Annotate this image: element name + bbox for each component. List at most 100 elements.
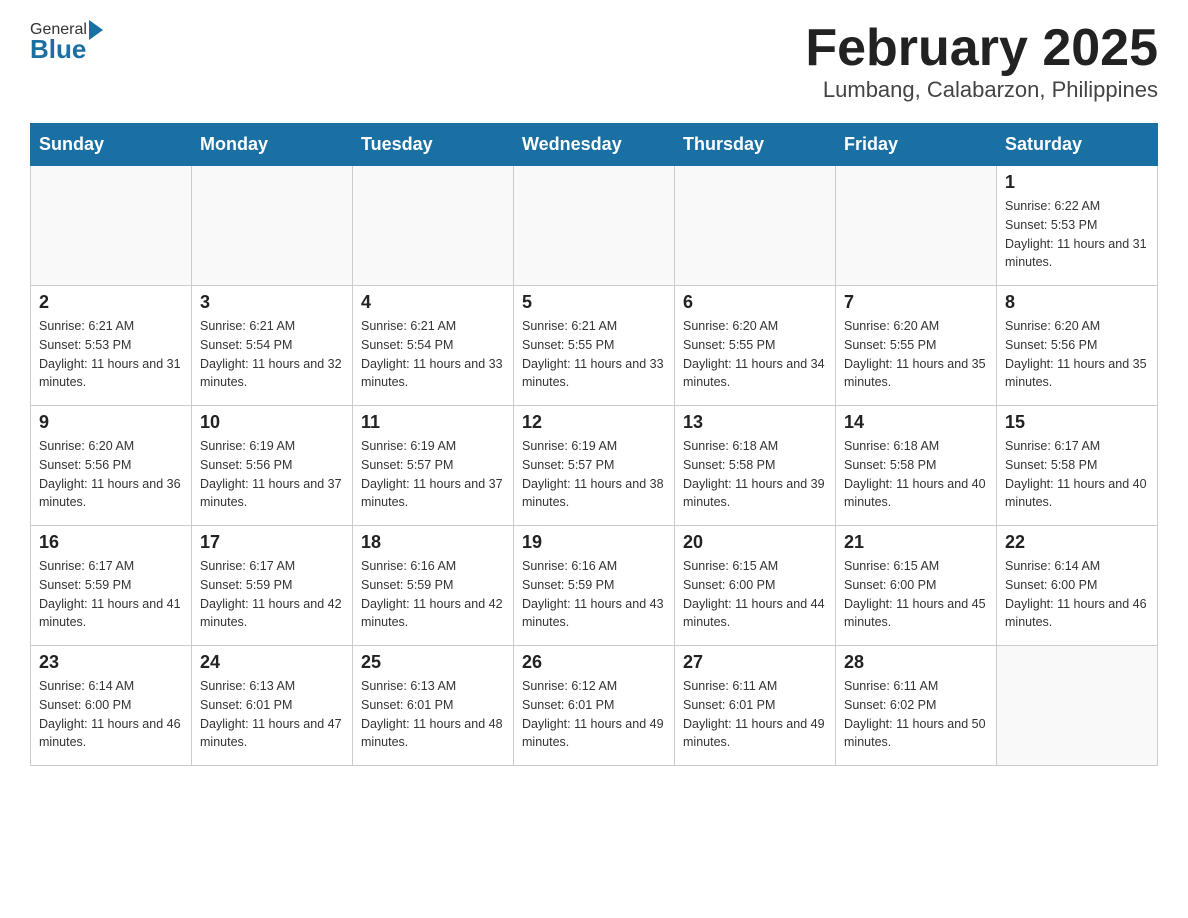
day-number: 8 — [1005, 292, 1149, 313]
day-number: 18 — [361, 532, 505, 553]
day-info: Sunrise: 6:14 AMSunset: 6:00 PMDaylight:… — [1005, 557, 1149, 632]
calendar-week-row: 9 Sunrise: 6:20 AMSunset: 5:56 PMDaylight… — [31, 406, 1158, 526]
day-info: Sunrise: 6:19 AMSunset: 5:57 PMDaylight:… — [522, 437, 666, 512]
calendar-week-row: 23 Sunrise: 6:14 AMSunset: 6:00 PMDayligh… — [31, 646, 1158, 766]
logo-blue-text: Blue — [30, 34, 105, 65]
day-info: Sunrise: 6:13 AMSunset: 6:01 PMDaylight:… — [361, 677, 505, 752]
day-number: 17 — [200, 532, 344, 553]
day-info: Sunrise: 6:18 AMSunset: 5:58 PMDaylight:… — [844, 437, 988, 512]
header-wednesday: Wednesday — [514, 124, 675, 166]
calendar-day-cell: 16Sunrise: 6:17 AMSunset: 5:59 PMDayligh… — [31, 526, 192, 646]
header-thursday: Thursday — [675, 124, 836, 166]
calendar-day-cell — [514, 166, 675, 286]
page-header: General Blue February 2025 Lumbang, Cala… — [30, 20, 1158, 103]
day-number: 13 — [683, 412, 827, 433]
day-info: Sunrise: 6:19 AMSunset: 5:56 PMDaylight:… — [200, 437, 344, 512]
day-number: 2 — [39, 292, 183, 313]
day-number: 24 — [200, 652, 344, 673]
day-number: 19 — [522, 532, 666, 553]
calendar-table: Sunday Monday Tuesday Wednesday Thursday… — [30, 123, 1158, 766]
day-info: Sunrise: 6:17 AMSunset: 5:58 PMDaylight:… — [1005, 437, 1149, 512]
calendar-day-cell: 22 Sunrise: 6:14 AMSunset: 6:00 PMDayligh… — [997, 526, 1158, 646]
day-number: 27 — [683, 652, 827, 673]
day-number: 6 — [683, 292, 827, 313]
day-info: Sunrise: 6:20 AMSunset: 5:56 PMDaylight:… — [39, 437, 183, 512]
calendar-week-row: 2 Sunrise: 6:21 AMSunset: 5:53 PMDaylight… — [31, 286, 1158, 406]
header-monday: Monday — [192, 124, 353, 166]
day-number: 23 — [39, 652, 183, 673]
calendar-day-cell: 14 Sunrise: 6:18 AMSunset: 5:58 PMDayligh… — [836, 406, 997, 526]
calendar-day-cell: 19 Sunrise: 6:16 AMSunset: 5:59 PMDayligh… — [514, 526, 675, 646]
day-number: 3 — [200, 292, 344, 313]
calendar-day-cell: 3 Sunrise: 6:21 AMSunset: 5:54 PMDaylight… — [192, 286, 353, 406]
day-info: Sunrise: 6:11 AMSunset: 6:02 PMDaylight:… — [844, 677, 988, 752]
calendar-header: Sunday Monday Tuesday Wednesday Thursday… — [31, 124, 1158, 166]
calendar-day-cell: 2 Sunrise: 6:21 AMSunset: 5:53 PMDaylight… — [31, 286, 192, 406]
weekday-header-row: Sunday Monday Tuesday Wednesday Thursday… — [31, 124, 1158, 166]
calendar-day-cell: 26 Sunrise: 6:12 AMSunset: 6:01 PMDayligh… — [514, 646, 675, 766]
day-info: Sunrise: 6:20 AMSunset: 5:55 PMDaylight:… — [844, 317, 988, 392]
day-number: 9 — [39, 412, 183, 433]
day-info: Sunrise: 6:12 AMSunset: 6:01 PMDaylight:… — [522, 677, 666, 752]
day-info: Sunrise: 6:21 AMSunset: 5:53 PMDaylight:… — [39, 317, 183, 392]
day-info: Sunrise: 6:13 AMSunset: 6:01 PMDaylight:… — [200, 677, 344, 752]
title-area: February 2025 Lumbang, Calabarzon, Phili… — [805, 20, 1158, 103]
calendar-week-row: 16 Sunrise: 6:17 AMSunset: 5:59 PMDayligh… — [31, 526, 1158, 646]
header-friday: Friday — [836, 124, 997, 166]
day-number: 14 — [844, 412, 988, 433]
day-info: Sunrise: 6:17 AMSunset: 5:59 PMDaylight:… — [200, 557, 344, 632]
day-number: 5 — [522, 292, 666, 313]
day-info: Sunrise: 6:20 AMSunset: 5:55 PMDaylight:… — [683, 317, 827, 392]
calendar-day-cell: 13 Sunrise: 6:18 AMSunset: 5:58 PMDayligh… — [675, 406, 836, 526]
day-info: Sunrise: 6:18 AMSunset: 5:58 PMDaylight:… — [683, 437, 827, 512]
day-info: Sunrise: 6:21 AMSunset: 5:54 PMDaylight:… — [200, 317, 344, 392]
page-title: February 2025 — [805, 20, 1158, 77]
day-info: Sunrise: 6:15 AMSunset: 6:00 PMDaylight:… — [683, 557, 827, 632]
calendar-day-cell: 5 Sunrise: 6:21 AMSunset: 5:55 PMDaylight… — [514, 286, 675, 406]
calendar-day-cell — [836, 166, 997, 286]
day-number: 20 — [683, 532, 827, 553]
day-info: Sunrise: 6:16 AMSunset: 5:59 PMDaylight:… — [522, 557, 666, 632]
day-info: Sunrise: 6:19 AMSunset: 5:57 PMDaylight:… — [361, 437, 505, 512]
calendar-day-cell: 10Sunrise: 6:19 AMSunset: 5:56 PMDayligh… — [192, 406, 353, 526]
day-number: 1 — [1005, 172, 1149, 193]
calendar-body: 1 Sunrise: 6:22 AMSunset: 5:53 PMDaylight… — [31, 166, 1158, 766]
day-number: 15 — [1005, 412, 1149, 433]
day-number: 12 — [522, 412, 666, 433]
calendar-day-cell: 17 Sunrise: 6:17 AMSunset: 5:59 PMDayligh… — [192, 526, 353, 646]
calendar-day-cell — [31, 166, 192, 286]
calendar-day-cell — [192, 166, 353, 286]
page-subtitle: Lumbang, Calabarzon, Philippines — [805, 77, 1158, 103]
day-info: Sunrise: 6:22 AMSunset: 5:53 PMDaylight:… — [1005, 197, 1149, 272]
calendar-day-cell — [675, 166, 836, 286]
calendar-day-cell: 9 Sunrise: 6:20 AMSunset: 5:56 PMDaylight… — [31, 406, 192, 526]
day-info: Sunrise: 6:15 AMSunset: 6:00 PMDaylight:… — [844, 557, 988, 632]
logo: General Blue — [30, 20, 105, 65]
day-info: Sunrise: 6:20 AMSunset: 5:56 PMDaylight:… — [1005, 317, 1149, 392]
calendar-day-cell: 24 Sunrise: 6:13 AMSunset: 6:01 PMDayligh… — [192, 646, 353, 766]
calendar-day-cell: 25 Sunrise: 6:13 AMSunset: 6:01 PMDayligh… — [353, 646, 514, 766]
calendar-day-cell: 18 Sunrise: 6:16 AMSunset: 5:59 PMDayligh… — [353, 526, 514, 646]
calendar-day-cell: 23 Sunrise: 6:14 AMSunset: 6:00 PMDayligh… — [31, 646, 192, 766]
day-info: Sunrise: 6:21 AMSunset: 5:54 PMDaylight:… — [361, 317, 505, 392]
calendar-day-cell: 21Sunrise: 6:15 AMSunset: 6:00 PMDayligh… — [836, 526, 997, 646]
header-saturday: Saturday — [997, 124, 1158, 166]
calendar-day-cell: 1 Sunrise: 6:22 AMSunset: 5:53 PMDaylight… — [997, 166, 1158, 286]
calendar-day-cell: 7Sunrise: 6:20 AMSunset: 5:55 PMDaylight… — [836, 286, 997, 406]
calendar-day-cell: 28Sunrise: 6:11 AMSunset: 6:02 PMDayligh… — [836, 646, 997, 766]
day-info: Sunrise: 6:14 AMSunset: 6:00 PMDaylight:… — [39, 677, 183, 752]
day-info: Sunrise: 6:21 AMSunset: 5:55 PMDaylight:… — [522, 317, 666, 392]
day-number: 11 — [361, 412, 505, 433]
day-number: 16 — [39, 532, 183, 553]
calendar-day-cell: 6 Sunrise: 6:20 AMSunset: 5:55 PMDaylight… — [675, 286, 836, 406]
header-sunday: Sunday — [31, 124, 192, 166]
day-number: 22 — [1005, 532, 1149, 553]
day-info: Sunrise: 6:16 AMSunset: 5:59 PMDaylight:… — [361, 557, 505, 632]
calendar-day-cell — [353, 166, 514, 286]
day-number: 26 — [522, 652, 666, 673]
day-number: 25 — [361, 652, 505, 673]
calendar-day-cell: 8 Sunrise: 6:20 AMSunset: 5:56 PMDaylight… — [997, 286, 1158, 406]
day-number: 4 — [361, 292, 505, 313]
calendar-day-cell: 4 Sunrise: 6:21 AMSunset: 5:54 PMDaylight… — [353, 286, 514, 406]
calendar-day-cell: 11 Sunrise: 6:19 AMSunset: 5:57 PMDayligh… — [353, 406, 514, 526]
